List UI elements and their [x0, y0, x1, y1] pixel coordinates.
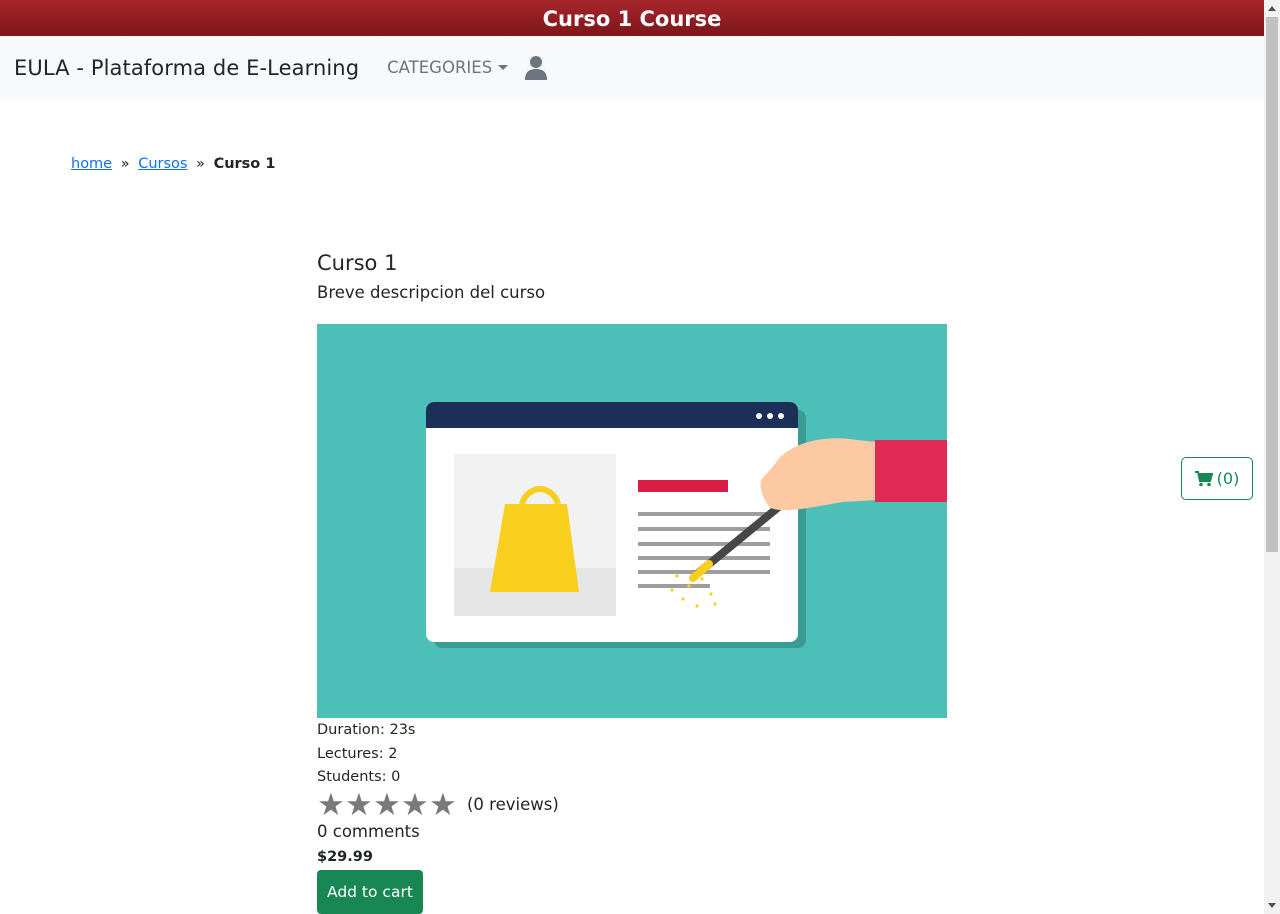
- caret-down-icon: [498, 65, 509, 70]
- star-icon: ★: [345, 786, 373, 823]
- reviews-count: (0 reviews): [467, 795, 559, 814]
- course-price: $29.99: [317, 848, 373, 865]
- star-icon: ★: [373, 786, 401, 823]
- scroll-down-arrow-icon[interactable]: [1264, 897, 1280, 914]
- cart-count: (0): [1216, 469, 1240, 488]
- page-banner: Curso 1 Course: [0, 0, 1264, 36]
- scrollbar-thumb[interactable]: [1266, 17, 1278, 552]
- vertical-scrollbar[interactable]: [1264, 0, 1280, 914]
- course-lectures: Lectures: 2: [317, 745, 398, 762]
- course-duration: Duration: 23s: [317, 722, 416, 738]
- rating-row: ★ ★ ★ ★ ★ (0 reviews): [317, 786, 947, 823]
- course-detail: Curso 1 Breve descripcion del curso Dura…: [317, 250, 947, 914]
- breadcrumb-home-link[interactable]: home: [71, 156, 112, 172]
- breadcrumb-separator: »: [196, 156, 205, 172]
- scroll-up-arrow-icon[interactable]: [1264, 0, 1280, 17]
- breadcrumb-cursos-link[interactable]: Cursos: [138, 156, 187, 172]
- user-icon[interactable]: [524, 55, 548, 81]
- cart-button[interactable]: (0): [1181, 457, 1253, 500]
- categories-dropdown[interactable]: CATEGORIES: [387, 58, 509, 77]
- breadcrumb-separator: »: [120, 156, 130, 172]
- breadcrumb-current: Curso 1: [213, 156, 276, 172]
- course-students: Students: 0: [317, 769, 401, 785]
- star-icon: ★: [401, 786, 429, 823]
- course-thumbnail-image: [317, 324, 947, 718]
- course-description: Breve descripcion del curso: [317, 283, 546, 302]
- navbar: EULA - Plataforma de E-Learning CATEGORI…: [0, 36, 1264, 99]
- cart-icon: [1194, 470, 1213, 486]
- page-banner-title: Curso 1 Course: [542, 7, 722, 31]
- comments-count: 0 comments: [317, 821, 420, 841]
- course-title: Curso 1: [317, 251, 398, 275]
- star-icon: ★: [429, 786, 457, 823]
- add-to-cart-button[interactable]: Add to cart: [317, 869, 423, 914]
- star-icon: ★: [317, 786, 345, 823]
- categories-label: CATEGORIES: [387, 58, 493, 77]
- breadcrumb: home » Cursos » Curso 1: [71, 156, 275, 172]
- brand-link[interactable]: EULA - Plataforma de E-Learning: [14, 56, 359, 80]
